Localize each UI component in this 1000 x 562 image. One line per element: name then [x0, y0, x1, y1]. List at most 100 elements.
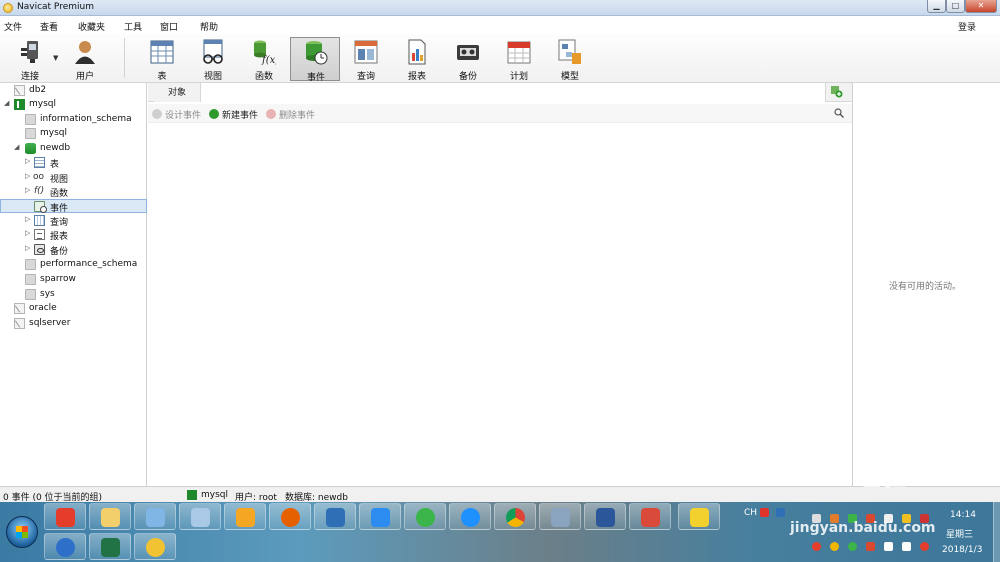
- navicat-app-icon: [3, 3, 13, 13]
- taskbar-explorer[interactable]: [89, 503, 131, 530]
- model-button[interactable]: 模型: [545, 37, 595, 82]
- new-event-button[interactable]: 新建事件: [209, 108, 258, 121]
- taskbar-app-4[interactable]: [179, 503, 221, 530]
- clock-date[interactable]: 2018/1/3: [942, 545, 982, 555]
- tree-views[interactable]: ▷ oo 视图: [0, 171, 147, 185]
- expanded-arrow-icon[interactable]: ◢: [4, 99, 9, 107]
- taskbar-calculator[interactable]: [539, 503, 581, 530]
- taskbar-help-center[interactable]: [44, 533, 86, 560]
- input-language[interactable]: CH: [744, 508, 757, 518]
- database-icon: [25, 259, 36, 270]
- tree-connection-sqlserver[interactable]: sqlserver: [0, 317, 147, 331]
- tab-objects[interactable]: 对象: [154, 85, 200, 102]
- taskbar-app-9[interactable]: [404, 503, 446, 530]
- database-icon: [25, 289, 36, 300]
- collapsed-arrow-icon[interactable]: ▷: [25, 244, 30, 252]
- clock-time[interactable]: 14:14: [950, 510, 976, 520]
- menu-file[interactable]: 文件: [4, 20, 22, 33]
- search-icon[interactable]: [834, 108, 844, 118]
- collapsed-arrow-icon[interactable]: ▷: [25, 229, 30, 237]
- taskbar-help[interactable]: [678, 503, 720, 530]
- tree-events[interactable]: 事件: [0, 199, 147, 214]
- connect-dropdown-icon[interactable]: ▼: [53, 54, 58, 62]
- tray-icon[interactable]: [848, 542, 857, 551]
- collapsed-arrow-icon[interactable]: ▷: [25, 172, 30, 180]
- minimize-button[interactable]: ▁: [927, 0, 946, 13]
- tree-connection-oracle[interactable]: oracle: [0, 302, 147, 316]
- tree-connection-mysql[interactable]: ◢ mysql: [0, 98, 147, 112]
- taskbar-app-1[interactable]: [44, 503, 86, 530]
- taskbar-navicat[interactable]: [134, 533, 176, 560]
- maximize-button[interactable]: □: [946, 0, 965, 13]
- tray-icon[interactable]: [776, 508, 785, 517]
- tray-icon[interactable]: [760, 508, 769, 517]
- tree-db-sys[interactable]: sys: [0, 288, 147, 302]
- collapsed-arrow-icon[interactable]: ▷: [25, 186, 30, 194]
- tree-db-information-schema[interactable]: information_schema: [0, 113, 147, 127]
- tray-icon[interactable]: [812, 542, 821, 551]
- expanded-arrow-icon[interactable]: ◢: [14, 143, 19, 151]
- connect-button[interactable]: 连接: [5, 37, 55, 82]
- taskbar-search-app[interactable]: [224, 503, 266, 530]
- tree-db-mysql[interactable]: mysql: [0, 127, 147, 141]
- user-button[interactable]: 用户: [60, 37, 110, 82]
- collapsed-arrow-icon[interactable]: ▷: [25, 157, 30, 165]
- design-event-button[interactable]: 设计事件: [152, 108, 201, 121]
- object-list-area[interactable]: [148, 124, 852, 486]
- event-clock-icon: [34, 201, 47, 213]
- schedule-button[interactable]: 计划: [494, 37, 544, 82]
- tree-backups[interactable]: ▷ 备份: [0, 243, 147, 257]
- tree-connection-db2[interactable]: db2: [0, 84, 147, 98]
- tree-functions[interactable]: ▷ f() 函数: [0, 185, 147, 199]
- tree-tables[interactable]: ▷ 表: [0, 156, 147, 170]
- taskbar-chrome[interactable]: [494, 503, 536, 530]
- taskbar-ie[interactable]: [449, 503, 491, 530]
- backup-button[interactable]: 备份: [443, 37, 493, 82]
- user-label: 用户: [75, 72, 94, 82]
- login-link[interactable]: 登录: [958, 20, 976, 33]
- backup-label: 备份: [458, 72, 477, 82]
- event-button[interactable]: 事件: [290, 37, 340, 83]
- screen-icon: [326, 508, 345, 527]
- taskbar-word[interactable]: [584, 503, 626, 530]
- new-tab-icon[interactable]: [831, 86, 843, 98]
- view-button[interactable]: 视图: [188, 37, 238, 82]
- chrome-icon: [506, 508, 525, 527]
- start-button[interactable]: [6, 516, 38, 548]
- taskbar-app-8[interactable]: [359, 503, 401, 530]
- tray-icon[interactable]: [830, 542, 839, 551]
- menu-help[interactable]: 帮助: [200, 20, 218, 33]
- report-button[interactable]: 报表: [392, 37, 442, 82]
- tree-db-newdb[interactable]: ◢ newdb: [0, 142, 147, 156]
- function-button[interactable]: f(x) 函数: [239, 37, 289, 82]
- delete-event-button[interactable]: 删除事件: [266, 108, 315, 121]
- menu-tools[interactable]: 工具: [124, 20, 142, 33]
- tray-icon[interactable]: [866, 542, 875, 551]
- taskbar-excel[interactable]: [89, 533, 131, 560]
- toolbar-separator: [124, 38, 125, 78]
- report-icon: [34, 229, 45, 240]
- volume-icon[interactable]: [920, 542, 929, 551]
- object-toolbar: 设计事件 新建事件 删除事件: [148, 104, 852, 123]
- menu-window[interactable]: 窗口: [160, 20, 178, 33]
- menu-view[interactable]: 查看: [40, 20, 58, 33]
- tree-db-sparrow[interactable]: sparrow: [0, 273, 147, 287]
- close-button[interactable]: ✕: [965, 0, 997, 13]
- tree-reports[interactable]: ▷ 报表: [0, 228, 147, 242]
- query-button[interactable]: 查询: [341, 37, 391, 82]
- menu-favorites[interactable]: 收藏夹: [78, 20, 105, 33]
- clock-weekday[interactable]: 星期三: [946, 527, 973, 540]
- connection-tree: db2 ◢ mysql information_schema mysql ◢ n…: [0, 83, 147, 486]
- calendar-icon: [507, 41, 531, 64]
- taskbar-app-7[interactable]: [314, 503, 356, 530]
- tree-db-performance-schema[interactable]: performance_schema: [0, 258, 147, 272]
- taskbar-paint[interactable]: [134, 503, 176, 530]
- table-button[interactable]: 表: [137, 37, 187, 82]
- collapsed-arrow-icon[interactable]: ▷: [25, 215, 30, 223]
- network-icon[interactable]: [902, 542, 911, 551]
- taskbar-app-14[interactable]: [629, 503, 671, 530]
- taskbar-firefox[interactable]: [269, 503, 311, 530]
- tray-icon[interactable]: [884, 542, 893, 551]
- show-desktop-button[interactable]: [993, 502, 1000, 562]
- tree-queries[interactable]: ▷ 查询: [0, 214, 147, 228]
